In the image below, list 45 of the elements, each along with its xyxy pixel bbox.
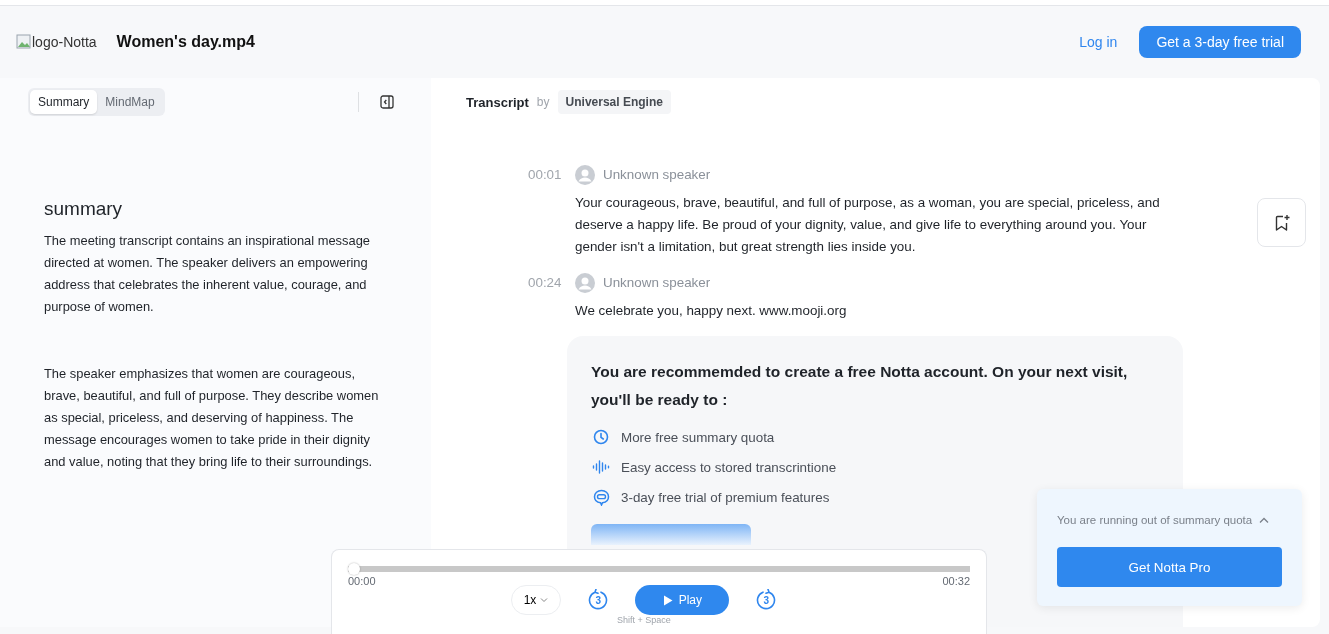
rewind-button[interactable]: 3	[587, 589, 610, 611]
summary-paragraph: The meeting transcript contains an inspirational message directed at women. The speaker delivers an empowering address that celebrates the inherent value, courage, and purpose of women.	[44, 232, 372, 316]
quota-message: You are running out of summary quota	[1057, 514, 1253, 526]
broken-image-icon	[16, 34, 32, 50]
speaker-name: Unknown speaker	[603, 274, 711, 292]
caret-icon	[540, 597, 549, 603]
avatar-icon	[575, 273, 595, 293]
speaker-name: Unknown speaker	[603, 166, 711, 184]
login-link[interactable]: Log in	[1079, 30, 1118, 54]
shortcut-hint: Shift + Space	[616, 615, 672, 625]
total-time: 00:32	[942, 575, 970, 587]
benefit-text: More free summary quota	[621, 429, 775, 445]
engine-tag: Universal Engine	[557, 90, 671, 114]
view-tab[interactable]: Summary	[30, 90, 98, 114]
play-icon	[662, 594, 673, 606]
avatar-icon	[575, 165, 595, 185]
transcript-text: Your courageous, brave, beautiful, and full of purpose, as a woman, you are special, priceless, and deserve a happy life. Be proud of your dignity, value, and give life to everything around you. Your gender isn't a limitation, but great strength lies inside you.	[575, 194, 1161, 256]
clock-icon	[593, 429, 609, 445]
progress-track[interactable]	[348, 563, 970, 575]
transcript-title: Transcript	[466, 94, 529, 110]
speed-dropdown[interactable]: 1x	[510, 585, 562, 615]
waveform-icon	[592, 459, 610, 475]
signup-title: You are recommemded to create a free Notta account. On your next visit, you'll be ready to :	[591, 362, 1129, 410]
bookmark-button[interactable]	[1257, 198, 1306, 247]
benefit-text: 3-day free trial of premium features	[621, 489, 830, 505]
view-tab[interactable]: MindMap	[97, 90, 163, 114]
play-button[interactable]: Play	[635, 585, 730, 615]
logo-alt-text: logo-Notta	[32, 34, 97, 50]
forward-button[interactable]: 3	[755, 589, 778, 611]
summary-paragraph: The speaker emphasizes that women are courageous, brave, beautiful, and full of purpose. They describe women as special, priceless, and deserving of happiness. The message encourages women to take pride in their dignity and value, noting that they bring life to their surroundings.	[44, 365, 379, 471]
by-label: by	[536, 95, 550, 109]
timestamp[interactable]: 00:24	[528, 272, 575, 294]
timestamp[interactable]: 00:01	[528, 164, 575, 186]
benefit-text: Easy access to stored transcrintione	[621, 459, 837, 475]
file-name: Women's day.mp4	[116, 33, 255, 51]
chat-bubble-icon	[592, 488, 610, 506]
transcript-text: We celebrate you, happy next. www.mooji.org	[575, 302, 848, 320]
collapse-panel-icon[interactable]	[379, 95, 394, 109]
current-time: 00:00	[348, 575, 376, 587]
faded-button[interactable]	[591, 524, 751, 545]
caret-icon[interactable]	[1259, 516, 1270, 524]
free-trial-button[interactable]: Get a 3-day free trial	[1139, 26, 1301, 58]
progress-handle[interactable]	[348, 563, 360, 575]
summary-heading: summary	[44, 198, 124, 220]
get-pro-button[interactable]: Get Notta Pro	[1057, 547, 1282, 587]
